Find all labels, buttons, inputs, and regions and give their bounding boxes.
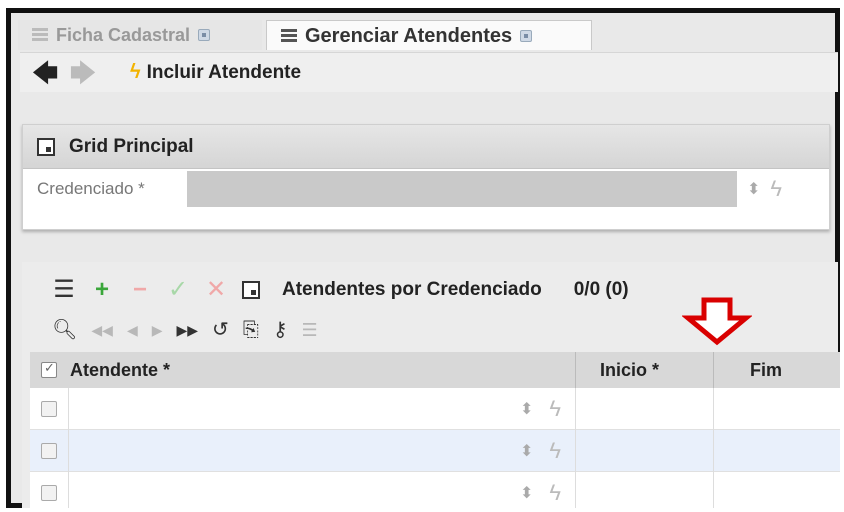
row-checkbox[interactable] <box>41 400 57 417</box>
sort-spinner-icon[interactable]: ⬍ <box>520 441 533 461</box>
arrow-left-icon[interactable]: 🡄 <box>26 60 64 86</box>
atendente-cell[interactable]: ⬍ ϟ <box>68 387 576 430</box>
row-checkbox-cell <box>30 484 68 501</box>
select-all-checkbox[interactable] <box>41 360 57 378</box>
credenciado-field[interactable] <box>187 171 737 207</box>
inicio-cell[interactable] <box>576 387 714 430</box>
sort-spinner-icon[interactable]: ⬍ <box>747 179 760 199</box>
key-icon[interactable]: ⚷ <box>273 320 288 340</box>
table-row: ⬍ ϟ <box>30 471 840 512</box>
remove-icon[interactable]: − <box>128 278 152 302</box>
close-icon[interactable] <box>520 29 533 42</box>
lightning-icon[interactable]: ϟ <box>549 396 561 422</box>
select-all-cell <box>30 360 68 378</box>
lightning-icon: ϟ <box>130 61 141 83</box>
include-atendente-button[interactable]: ϟ Incluir Atendente <box>130 61 301 84</box>
row-checkbox[interactable] <box>41 442 57 459</box>
atendentes-table: Atendente * Inicio * Fim ⬍ ϟ ⬍ ϟ ⬍ ϟ <box>30 352 840 512</box>
main-toolbar: 🡄 🡆 ϟ Incluir Atendente <box>20 52 838 92</box>
add-icon[interactable]: + <box>90 278 114 302</box>
inicio-cell[interactable] <box>576 471 714 512</box>
next-page-icon[interactable]: ▶ <box>152 323 163 337</box>
list-icon[interactable]: ☰ <box>52 278 76 302</box>
row-checkbox-cell <box>30 442 68 459</box>
list-icon <box>281 28 297 44</box>
grid-principal-panel: Grid Principal Credenciado * ⬍ ϟ <box>22 124 830 230</box>
atendente-cell[interactable]: ⬍ ϟ <box>68 471 576 512</box>
tab-gerenciar-atendentes[interactable]: Gerenciar Atendentes <box>266 20 592 50</box>
last-page-icon[interactable]: ▶▶ <box>177 323 199 337</box>
detail-title: Atendentes por Credenciado <box>282 279 542 300</box>
page-margin <box>0 508 844 512</box>
columns-icon[interactable]: ☰ <box>301 321 317 339</box>
first-page-icon[interactable]: ◀◀ <box>91 323 113 337</box>
table-row: ⬍ ϟ <box>30 429 840 472</box>
tab-label: Ficha Cadastral <box>56 24 191 45</box>
column-header-inicio[interactable]: Inicio * <box>576 352 714 388</box>
tab-label: Gerenciar Atendentes <box>305 24 513 47</box>
navigation-toolbar: 🔍︎ ◀◀ ◀ ▶ ▶▶ ↺ ⎘ ⚷ ☰ <box>52 316 318 344</box>
form-icon <box>37 137 55 156</box>
row-checkbox-cell <box>30 400 68 417</box>
export-icon[interactable]: ⎘ <box>243 320 259 340</box>
sort-spinner-icon[interactable]: ⬍ <box>520 399 533 419</box>
arrow-right-icon[interactable]: 🡆 <box>64 60 102 86</box>
list-icon <box>32 27 48 43</box>
lightning-icon[interactable]: ϟ <box>549 438 561 464</box>
lightning-icon[interactable]: ϟ <box>549 480 561 506</box>
tab-bar: Ficha Cadastral Gerenciar Atendentes <box>18 20 844 50</box>
close-icon[interactable] <box>198 29 211 41</box>
inicio-cell[interactable] <box>576 429 714 472</box>
credenciado-row: Credenciado * ⬍ ϟ <box>23 169 829 209</box>
sort-spinner-icon[interactable]: ⬍ <box>520 483 533 503</box>
refresh-icon[interactable]: ↺ <box>212 320 229 340</box>
include-atendente-label: Incluir Atendente <box>146 61 302 83</box>
search-icon[interactable]: 🔍︎ <box>52 320 77 340</box>
record-count: 0/0 (0) <box>573 279 629 300</box>
grid-principal-header: Grid Principal <box>23 125 829 169</box>
detail-toolbar: ☰ + − ✓ ✕ Atendentes por Credenciado 0/0… <box>52 276 629 304</box>
table-row: ⬍ ϟ <box>30 387 840 430</box>
row-checkbox[interactable] <box>41 484 57 501</box>
table-header: Atendente * Inicio * Fim <box>30 352 840 388</box>
fim-cell[interactable] <box>714 388 838 430</box>
annotation-arrow-icon <box>682 297 752 346</box>
check-icon[interactable]: ✓ <box>166 278 190 302</box>
tab-ficha-cadastral[interactable]: Ficha Cadastral <box>18 20 262 50</box>
lightning-icon[interactable]: ϟ <box>770 176 782 202</box>
fim-cell[interactable] <box>714 472 838 512</box>
cancel-icon[interactable]: ✕ <box>204 278 228 302</box>
fim-cell[interactable] <box>714 430 838 472</box>
atendente-cell[interactable]: ⬍ ϟ <box>68 429 576 472</box>
column-header-fim[interactable]: Fim <box>714 352 838 388</box>
previous-page-icon[interactable]: ◀ <box>127 323 138 337</box>
credenciado-label: Credenciado * <box>37 179 145 198</box>
grid-principal-title: Grid Principal <box>69 135 194 157</box>
column-header-atendente[interactable]: Atendente * <box>68 352 576 388</box>
form-icon[interactable] <box>242 281 260 299</box>
